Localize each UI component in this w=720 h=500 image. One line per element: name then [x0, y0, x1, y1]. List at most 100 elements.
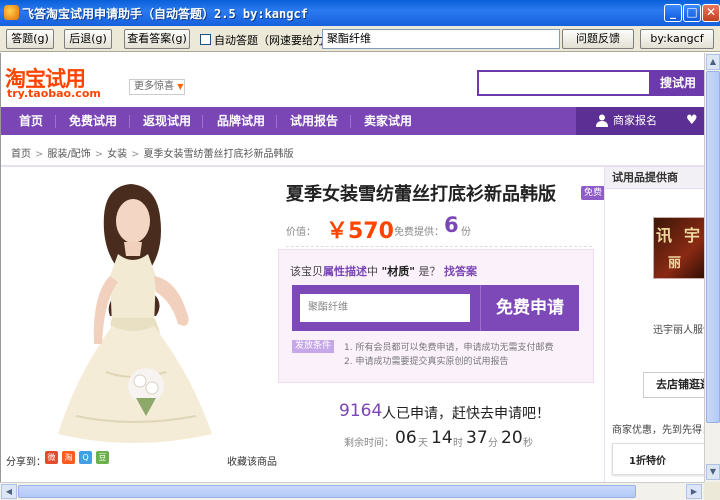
search-button[interactable]: 搜试用: [651, 70, 704, 96]
back-button[interactable]: 后退(g): [64, 29, 112, 49]
price-label: 价值：: [286, 227, 316, 238]
promo-label: 商家优惠，先到先得：: [612, 425, 704, 436]
countdown-seconds-unit: 秒: [523, 438, 533, 449]
nav-item-report[interactable]: 试用报告: [290, 107, 338, 135]
product-title: 夏季女装雪纺蕾丝打底衫新品韩版: [286, 184, 556, 205]
supplier-name: 迅宇丽人服饰: [653, 325, 704, 336]
trial-question: 该宝贝属性描述中 "材质" 是？ 找答案: [290, 263, 477, 279]
free-badge: 免费: [581, 186, 606, 200]
breadcrumb-separator: >: [131, 149, 140, 160]
horizontal-scrollbar[interactable]: ◀ ▶: [0, 482, 704, 500]
close-button[interactable]: ✕: [702, 4, 720, 22]
divider: [286, 246, 592, 247]
site-url: try.taobao.com: [7, 87, 101, 100]
countdown-days: 06: [395, 428, 417, 448]
auto-answer-checkbox[interactable]: [200, 34, 211, 45]
answer-field-frame: 聚酯纤维: [292, 285, 480, 331]
breadcrumb-current: 夏季女装雪纺蕾丝打底衫新品韩版: [143, 149, 294, 160]
scrollbar-thumb[interactable]: [18, 485, 636, 498]
window-title: 飞答淘宝试用申请助手（自动答题）2.5 by:kangcf: [22, 7, 308, 21]
nav-item-brand[interactable]: 品牌试用: [217, 107, 265, 135]
find-answer-link[interactable]: 找答案: [444, 265, 477, 278]
countdown-minutes-unit: 分: [488, 438, 498, 449]
answer-button[interactable]: 答题(g): [6, 29, 54, 49]
question-suffix: 是？: [418, 265, 441, 278]
main-nav: 首页 免费试用 返现试用 品牌试用 试用报告 卖家试用 商家报名 ♥: [1, 107, 704, 135]
answer-input[interactable]: 聚酯纤维: [322, 29, 560, 49]
weibo-share-icon[interactable]: 微: [45, 451, 58, 464]
scroll-right-icon[interactable]: ▶: [686, 484, 702, 499]
browser-view: 淘宝试用 try.taobao.com 更多惊喜 ▼ 搜试用 首页 免费试用 返…: [0, 53, 704, 482]
product-image[interactable]: [6, 176, 274, 448]
question-mid: 中: [367, 265, 378, 278]
merchant-signup[interactable]: 商家报名 ♥: [576, 107, 704, 135]
more-dropdown[interactable]: 更多惊喜 ▼: [129, 79, 185, 95]
nav-divider: [276, 115, 277, 128]
taobao-share-icon[interactable]: 淘: [62, 451, 75, 464]
nav-divider: [129, 115, 130, 128]
supplier-logo-char: 丽: [668, 256, 682, 271]
scroll-down-icon[interactable]: ▼: [706, 464, 720, 480]
supply-label: 免费提供：: [394, 227, 444, 238]
window-titlebar: 飞答淘宝试用申请助手（自动答题）2.5 by:kangcf _ □ ✕: [0, 0, 720, 26]
toolbar: 答题(g) 后退(g) 查看答案(g) 自动答题（网速要给力啊） 聚酯纤维 问题…: [0, 26, 720, 52]
breadcrumb-separator: >: [35, 149, 44, 160]
apply-button[interactable]: 免费申请: [480, 285, 579, 331]
breadcrumb-separator: >: [94, 149, 104, 160]
breadcrumb: 首页 > 服装/配饰 > 女装 > 夏季女装雪纺蕾丝打底衫新品韩版: [11, 145, 294, 160]
heart-icon[interactable]: ♥: [686, 113, 698, 128]
nav-item-home[interactable]: 首页: [19, 107, 43, 135]
divider: [1, 165, 704, 167]
price-value: ￥570: [326, 219, 394, 244]
view-answer-button[interactable]: 查看答案(g): [124, 29, 190, 49]
scrollbar-thumb[interactable]: [706, 71, 720, 423]
supply-unit: 份: [461, 227, 471, 238]
condition-tag: 发放条件: [292, 340, 335, 353]
douban-share-icon[interactable]: 豆: [96, 451, 109, 464]
scroll-up-icon[interactable]: ▲: [706, 54, 720, 70]
feedback-button[interactable]: 问题反馈: [562, 29, 634, 49]
nav-divider: [202, 115, 203, 128]
qzone-share-icon[interactable]: Q: [79, 451, 92, 464]
supplier-header: 试用品提供商: [605, 167, 704, 189]
applied-text: 人已申请，赶快去申请吧！: [382, 406, 550, 422]
minimize-button[interactable]: _: [664, 4, 682, 22]
author-button[interactable]: by:kangcf: [640, 29, 714, 49]
breadcrumb-apparel[interactable]: 服装/配饰: [47, 149, 90, 160]
breadcrumb-home[interactable]: 首页: [11, 149, 31, 160]
scroll-left-icon[interactable]: ◀: [1, 484, 17, 499]
search-input[interactable]: [477, 70, 651, 96]
nav-item-free-trial[interactable]: 免费试用: [69, 107, 117, 135]
resize-grip-icon[interactable]: [704, 482, 720, 500]
nav-item-cashback[interactable]: 返现试用: [143, 107, 191, 135]
maximize-button[interactable]: □: [683, 4, 701, 22]
applied-count: 9164: [339, 401, 383, 421]
countdown-seconds: 20: [501, 428, 523, 448]
supplier-logo-char: 讯: [656, 226, 673, 245]
more-label: 更多惊喜: [134, 81, 174, 92]
nav-divider: [55, 115, 56, 128]
product-photo: [6, 176, 274, 448]
nav-item-seller[interactable]: 卖家试用: [364, 107, 412, 135]
share-label: 分享到：: [6, 457, 46, 468]
question-prefix: 该宝贝: [290, 265, 323, 278]
answer-field[interactable]: 聚酯纤维: [300, 294, 470, 322]
countdown-days-unit: 天: [418, 438, 428, 449]
countdown-minutes: 37: [466, 428, 488, 448]
promo-card-label: 1折特价: [629, 456, 666, 467]
supply-count: 6: [444, 213, 459, 237]
countdown-hours-unit: 时: [453, 438, 463, 449]
visit-store-button[interactable]: 去店铺逛逛: [643, 372, 704, 398]
supplier-logo[interactable]: 讯 宇 丽: [653, 217, 704, 279]
remaining-time-label: 剩余时间：: [344, 438, 394, 449]
app-icon: [4, 5, 19, 20]
countdown-hours: 14: [431, 428, 453, 448]
breadcrumb-women[interactable]: 女装: [107, 149, 127, 160]
promo-card[interactable]: 1折特价: [612, 443, 704, 475]
favorite-link[interactable]: 收藏该商品: [227, 453, 277, 468]
question-highlight: 属性描述: [323, 265, 367, 278]
person-icon: [596, 114, 608, 127]
condition-item: 2. 申请成功需要提交真实原创的试用报告: [344, 357, 509, 367]
merchant-signup-label: 商家报名: [613, 114, 657, 127]
vertical-scrollbar[interactable]: ▲ ▼: [704, 53, 720, 482]
